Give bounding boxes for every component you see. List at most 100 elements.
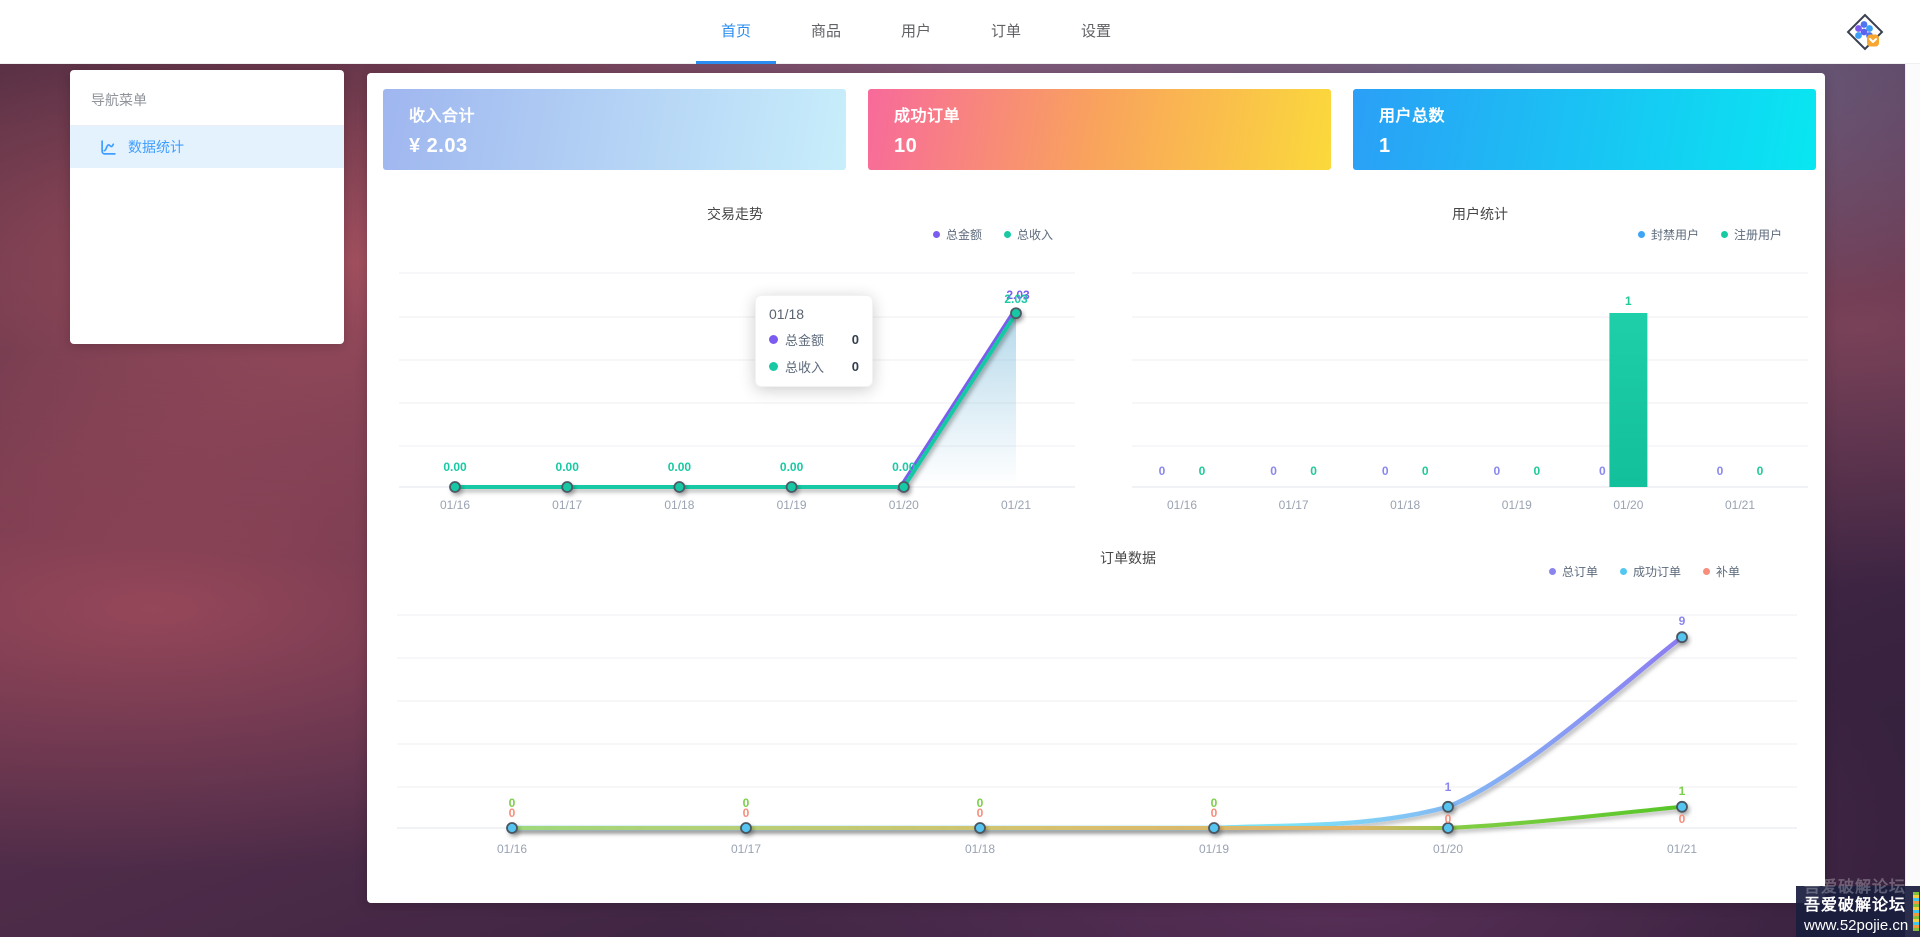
scrollbar[interactable]	[1905, 0, 1920, 937]
legend-label: 总金额	[946, 226, 982, 243]
data-point	[741, 823, 751, 833]
dashboard-page: 首页商品用户订单设置 导航菜单 数据统计 收入合计 ¥ 2.03	[0, 0, 1920, 937]
stat-card-total-users: 用户总数 1	[1353, 89, 1816, 170]
legend-item[interactable]: 封禁用户	[1638, 226, 1699, 243]
data-point	[1677, 632, 1687, 642]
data-point	[899, 482, 909, 492]
x-axis-label: 01/19	[1502, 498, 1532, 512]
legend-transactions: 总金额 总收入	[933, 226, 1053, 243]
tooltip-date: 01/18	[769, 306, 859, 322]
x-axis-label: 01/18	[664, 498, 694, 512]
legend-item[interactable]: 总订单	[1549, 563, 1598, 580]
point-label: 0	[1199, 464, 1206, 478]
legend-label: 封禁用户	[1651, 226, 1699, 243]
point-label: 0	[1717, 464, 1724, 478]
legend-dot-icon	[1721, 231, 1728, 238]
stat-value: 1	[1379, 135, 1816, 158]
tab-users[interactable]: 用户	[871, 0, 961, 64]
tooltip-series-value: 0	[852, 359, 859, 374]
x-axis-label: 01/21	[1001, 498, 1031, 512]
x-axis-label: 01/18	[965, 842, 995, 856]
x-axis-label: 01/19	[777, 498, 807, 512]
legend-item[interactable]: 成功订单	[1620, 563, 1681, 580]
point-label: 0	[1599, 464, 1606, 478]
transactions-chart[interactable]: 0.000.000.000.000.002.032.0301/1601/1701…	[387, 268, 1087, 538]
legend-dot-icon	[1703, 568, 1710, 575]
stat-value: 10	[894, 135, 1331, 158]
tooltip-series-value: 0	[852, 332, 859, 347]
x-axis-label: 01/17	[1279, 498, 1309, 512]
x-axis-label: 01/20	[1433, 842, 1463, 856]
point-label: 0.00	[780, 460, 804, 474]
x-axis-label: 01/16	[1167, 498, 1197, 512]
data-point	[1443, 802, 1453, 812]
point-label: 0	[1382, 464, 1389, 478]
legend-item[interactable]: 注册用户	[1721, 226, 1782, 243]
legend-order-data: 总订单 成功订单 补单	[1549, 563, 1740, 580]
point-label: 0	[1493, 464, 1500, 478]
legend-item[interactable]: 补单	[1703, 563, 1740, 580]
tooltip-row: 总金额 0	[769, 330, 859, 349]
point-label: 0	[1757, 464, 1764, 478]
legend-label: 总收入	[1017, 226, 1053, 243]
data-point	[1677, 802, 1687, 812]
legend-label: 补单	[1716, 563, 1740, 580]
tab-settings[interactable]: 设置	[1051, 0, 1141, 64]
sidebar-menu: 数据统计	[70, 126, 344, 168]
watermark: 吾爱破解论坛 吾爱破解论坛 www.52pojie.cn	[1796, 886, 1920, 937]
point-label: 0	[1422, 464, 1429, 478]
x-axis-label: 01/21	[1725, 498, 1755, 512]
user-stats-chart[interactable]: 00000000100001/1601/1701/1801/1901/2001/…	[1120, 268, 1820, 538]
sidebar-item-data-statistics[interactable]: 数据统计	[70, 126, 344, 168]
point-label: 0	[509, 806, 516, 820]
point-label: 0	[1270, 464, 1277, 478]
top-navbar: 首页商品用户订单设置	[0, 0, 1920, 64]
stat-card-success-orders: 成功订单 10	[868, 89, 1331, 170]
point-label: 0.00	[892, 460, 916, 474]
legend-label: 成功订单	[1633, 563, 1681, 580]
stat-title: 用户总数	[1379, 102, 1816, 126]
stat-card-revenue: 收入合计 ¥ 2.03	[383, 89, 846, 170]
point-label: 1	[1679, 784, 1686, 798]
stat-title: 成功订单	[894, 102, 1331, 126]
point-label: 0	[1211, 806, 1218, 820]
data-point	[1209, 823, 1219, 833]
tooltip-series-name: 总金额	[785, 330, 824, 349]
tab-products[interactable]: 商品	[781, 0, 871, 64]
tab-orders[interactable]: 订单	[961, 0, 1051, 64]
point-label: 0	[1533, 464, 1540, 478]
series-dot-icon	[769, 335, 778, 344]
x-axis-label: 01/21	[1667, 842, 1697, 856]
point-label: 1	[1625, 294, 1632, 308]
x-axis-label: 01/18	[1390, 498, 1420, 512]
data-point	[674, 482, 684, 492]
legend-item[interactable]: 总金额	[933, 226, 982, 243]
point-label: 0.00	[556, 460, 580, 474]
app-logo-icon[interactable]	[1844, 11, 1886, 53]
point-label: 0	[977, 806, 984, 820]
legend-dot-icon	[1638, 231, 1645, 238]
point-label: 0	[1445, 812, 1452, 826]
sidebar-item-label: 数据统计	[128, 137, 184, 157]
sidebar-title: 导航菜单	[70, 70, 344, 126]
data-point	[507, 823, 517, 833]
x-axis-label: 01/17	[731, 842, 761, 856]
bar-registered-users	[1609, 313, 1647, 487]
legend-dot-icon	[1549, 568, 1556, 575]
point-label: 1	[1445, 780, 1452, 794]
point-label: 0.00	[443, 460, 467, 474]
tab-home[interactable]: 首页	[691, 0, 781, 64]
x-axis-label: 01/17	[552, 498, 582, 512]
sidebar: 导航菜单 数据统计	[70, 70, 344, 344]
point-label: 9	[1679, 614, 1686, 628]
watermark-line2: www.52pojie.cn	[1804, 917, 1920, 934]
chart-title-user-stats: 用户统计	[1452, 204, 1508, 224]
tooltip-row: 总收入0	[769, 357, 859, 376]
point-label: 0	[1310, 464, 1317, 478]
chart-tooltip: 01/18 总金额0总收入0	[755, 295, 873, 387]
legend-label: 注册用户	[1734, 226, 1782, 243]
legend-item[interactable]: 总收入	[1004, 226, 1053, 243]
order-data-chart[interactable]: 000000001091001/1601/1701/1801/1901/2001…	[387, 603, 1807, 883]
data-point	[787, 482, 797, 492]
main-content-card: 收入合计 ¥ 2.03 成功订单 10 用户总数 1 交易走势 用户统计 订单数…	[367, 73, 1825, 903]
